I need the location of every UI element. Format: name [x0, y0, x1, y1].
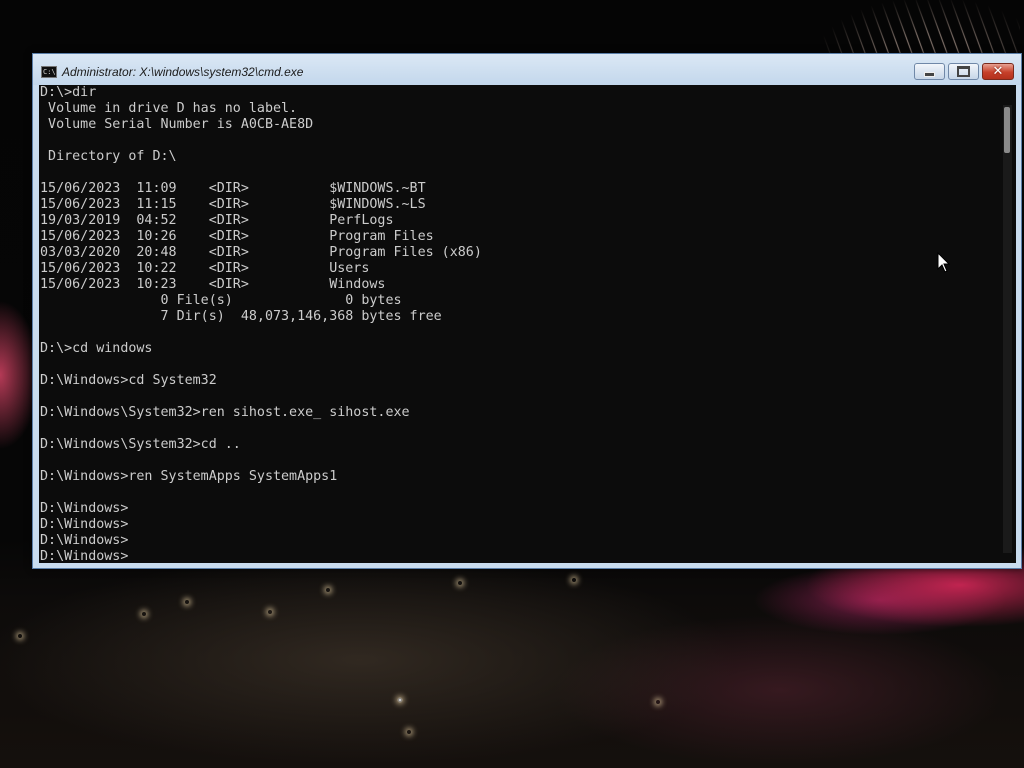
- cmd-icon[interactable]: C:\: [41, 66, 57, 78]
- maximize-button[interactable]: [948, 63, 979, 80]
- console-client-area[interactable]: D:\>dir Volume in drive D has no label. …: [39, 85, 1016, 563]
- console-line: Directory of D:\: [40, 149, 177, 164]
- window-title: Administrator: X:\windows\system32\cmd.e…: [62, 65, 304, 79]
- console-line: 15/06/2023 10:26 <DIR> Program Files: [40, 229, 434, 244]
- console-line: 7 Dir(s) 48,073,146,368 bytes free: [40, 309, 442, 324]
- cmd-window[interactable]: C:\ Administrator: X:\windows\system32\c…: [32, 53, 1022, 569]
- wallpaper-light: [185, 600, 189, 604]
- console-line: D:\Windows>: [40, 549, 129, 563]
- vertical-scrollbar[interactable]: [999, 85, 1016, 563]
- scrollbar-track[interactable]: [1003, 105, 1012, 553]
- console-line: Volume in drive D has no label.: [40, 101, 298, 116]
- console-line: 19/03/2019 04:52 <DIR> PerfLogs: [40, 213, 394, 228]
- console-line: 15/06/2023 11:09 <DIR> $WINDOWS.~BT: [40, 181, 426, 196]
- wallpaper-light: [326, 588, 330, 592]
- console-line: 15/06/2023 10:22 <DIR> Users: [40, 261, 370, 276]
- console-line: D:\Windows>: [40, 533, 129, 548]
- wallpaper-light: [407, 730, 411, 734]
- wallpaper-firework-top: [820, 0, 1020, 55]
- console-line: D:\Windows\System32>cd ..: [40, 437, 241, 452]
- console-line: 15/06/2023 10:23 <DIR> Windows: [40, 277, 386, 292]
- minimize-button[interactable]: [914, 63, 945, 80]
- console-line: D:\Windows>ren SystemApps SystemApps1: [40, 469, 338, 484]
- console-line: D:\Windows>: [40, 517, 129, 532]
- console-line: 15/06/2023 11:15 <DIR> $WINDOWS.~LS: [40, 197, 426, 212]
- console-line: D:\Windows>cd System32: [40, 373, 217, 388]
- console-line: Volume Serial Number is A0CB-AE8D: [40, 117, 314, 132]
- close-button[interactable]: ✕: [982, 63, 1014, 80]
- scrollbar-thumb[interactable]: [1004, 107, 1010, 153]
- mouse-pointer-icon: [937, 252, 951, 273]
- console-output[interactable]: D:\>dir Volume in drive D has no label. …: [39, 85, 1000, 563]
- console-line: D:\Windows>: [40, 501, 129, 516]
- close-icon: ✕: [992, 64, 1004, 79]
- console-line: D:\Windows\System32>ren sihost.exe_ siho…: [40, 405, 410, 420]
- wallpaper-light: [142, 612, 146, 616]
- title-bar[interactable]: C:\ Administrator: X:\windows\system32\c…: [33, 54, 1021, 85]
- wallpaper-light: [458, 581, 462, 585]
- console-line: D:\>dir: [40, 85, 97, 100]
- wallpaper-light: [18, 634, 22, 638]
- wallpaper-light: [572, 578, 576, 582]
- console-line: 03/03/2020 20:48 <DIR> Program Files (x8…: [40, 245, 482, 260]
- wallpaper-light: [268, 610, 272, 614]
- maximize-icon: [957, 66, 970, 77]
- wallpaper-light: [398, 698, 402, 702]
- console-line: 0 File(s) 0 bytes: [40, 293, 402, 308]
- console-line: D:\>cd windows: [40, 341, 153, 356]
- minimize-icon: [924, 71, 935, 77]
- wallpaper-light: [656, 700, 660, 704]
